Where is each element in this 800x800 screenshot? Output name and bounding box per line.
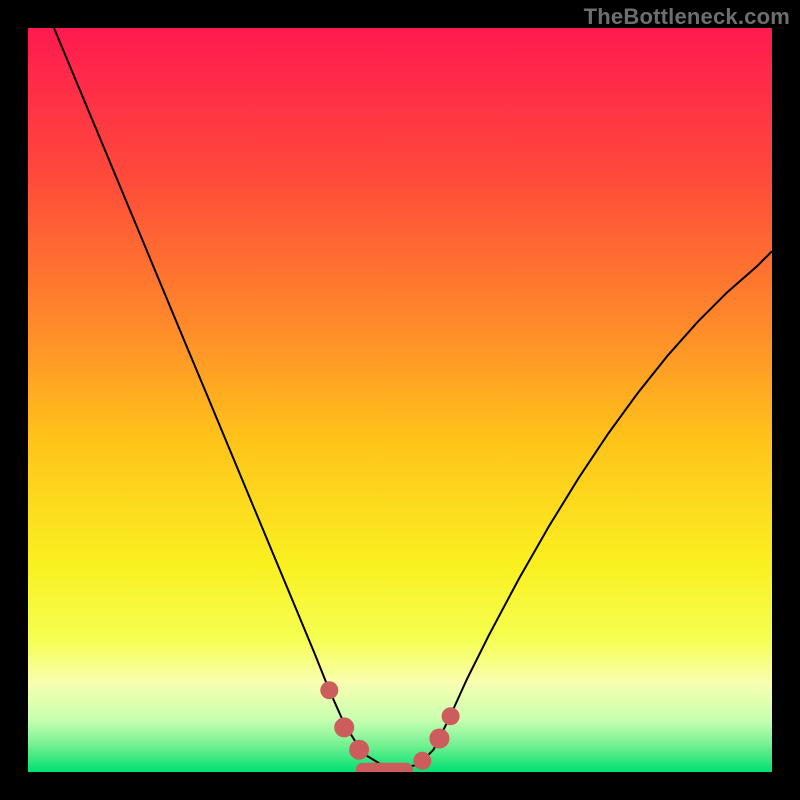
gradient-background bbox=[28, 28, 772, 772]
plot-area bbox=[28, 28, 772, 772]
chart-outer-frame: TheBottleneck.com bbox=[0, 0, 800, 800]
chart-svg bbox=[28, 28, 772, 772]
watermark-text: TheBottleneck.com bbox=[584, 4, 790, 30]
